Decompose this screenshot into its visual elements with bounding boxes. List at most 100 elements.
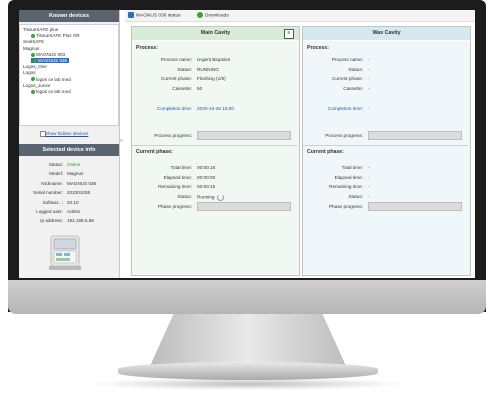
section-divider (132, 145, 297, 146)
tab-label: MAGNUS 036 status (136, 13, 181, 19)
device-status-icon (31, 52, 35, 57)
tab-bar: MAGNUS 036 status Downloads (125, 10, 475, 22)
device-info-label: Serial number: (33, 190, 63, 196)
device-status-icon (31, 77, 35, 82)
phase-row-value: 00:00:15 (197, 184, 215, 189)
device-tree-item[interactable]: SealSAFE (23, 39, 44, 44)
device-tree-item[interactable]: MAGNUS 036 (31, 58, 70, 63)
sidebar: Known devices TissueSAFE plus TissueSAFE … (19, 10, 120, 278)
device-tree-item[interactable]: Logos_One (23, 64, 47, 69)
tab-label: Downloads (205, 13, 229, 19)
main-cavity-title: Main Cavity (132, 27, 299, 40)
phase-row-value: Running (197, 193, 225, 201)
device-info-label: Ip address: (40, 218, 63, 224)
device-info-label: Softwar...: (42, 199, 63, 205)
device-tree-item[interactable]: Magnus (23, 46, 39, 51)
phase-row-value-text: 00:00:15 (197, 165, 216, 170)
phase-row-value-text: 00:00:00 (197, 174, 216, 180)
collapse-sidebar-button[interactable]: « (120, 138, 123, 144)
loading-spinner-icon (217, 193, 225, 201)
device-info-label: Nickname: (41, 180, 63, 186)
phase-row-value: - (368, 194, 370, 199)
device-tree-item[interactable]: TissueSAFE plus (23, 27, 58, 32)
process-row-label: Status: (348, 66, 363, 72)
phase-row-label: Remaining time: (329, 184, 363, 189)
process-row-value: Flushing (1/9) (197, 76, 226, 81)
device-tree: TissueSAFE plus TissueSAFE Plus OR SealSAF… (19, 24, 119, 126)
phase-row-value: 00:00:15 (197, 165, 215, 170)
process-row-label: Cassette: (343, 85, 363, 91)
completion-time-label: Completion time: (327, 106, 363, 111)
completion-time-value: 2020-10-26 16:00 (197, 106, 235, 111)
device-tree-label: MAGNUS 036 (38, 58, 68, 63)
process-progress-bar (197, 131, 291, 140)
device-tree-label: SealSAFE (23, 39, 45, 45)
phase-row-label: Remaining time: (158, 184, 192, 189)
process-progress-label: Process progress: (154, 133, 192, 138)
device-status-icon (33, 58, 37, 63)
device-tree-item[interactable]: MAGNUS 003 (31, 52, 65, 57)
device-tree-label: logos ce lab med (36, 89, 71, 94)
monitor-chin (8, 280, 486, 314)
phase-row-label: Total time: (170, 165, 192, 170)
phase-progress-label: Phase progress: (328, 204, 363, 209)
device-status-icon (31, 89, 35, 94)
tissue-processor-image (49, 235, 81, 270)
process-row-value: 50 (197, 85, 203, 91)
device-tree-item[interactable]: logos ce lab med (31, 77, 71, 82)
current-phase-section-title: Current phase: (307, 149, 344, 155)
device-info-label: Status: (48, 162, 63, 167)
section-divider (303, 145, 468, 146)
phase-progress-bar (368, 202, 462, 211)
device-info-value: 20.10 (67, 199, 79, 205)
device-tree-item[interactable]: Logos (23, 70, 36, 75)
device-info-value: Admin (67, 209, 81, 214)
monitor-icon (128, 12, 134, 18)
tab-magnus-status[interactable]: MAGNUS 036 status (128, 12, 181, 20)
main-cavity-body: Process: Process name: Urgent Biopsies Stat… (132, 41, 299, 275)
tab-downloads[interactable]: Downloads (197, 12, 229, 20)
phase-row-value-text: - (368, 174, 370, 180)
device-tree-label: Magnus (23, 45, 40, 51)
main-cavity-panel: Main Cavity ≡ Process: Process name: Urgen… (131, 26, 300, 276)
current-phase-section-title: Current phase: (136, 149, 173, 155)
phase-row-value: - (368, 184, 370, 189)
device-tree-item[interactable]: logos ce lab med (31, 89, 71, 94)
process-section-title: Process: (307, 45, 329, 51)
phase-row-value-text: - (368, 184, 370, 189)
phase-row-value-text: Running (197, 194, 215, 200)
process-row-label: Cassette: (172, 85, 192, 91)
phase-row-label: Status: (348, 193, 363, 199)
process-row-value: - (368, 85, 370, 91)
device-info-value: 202301036 (67, 190, 90, 196)
show-hidden-devices-link[interactable]: Show hidden devices (45, 131, 88, 136)
monitor-stand-base (118, 362, 378, 380)
device-info-value: Magnus (67, 171, 84, 177)
process-progress-bar (368, 131, 462, 140)
device-tree-item[interactable]: Logos_Junior (23, 83, 51, 88)
phase-row-label: Elapsed time: (334, 174, 363, 180)
device-info-value: 192.168.5.68 (67, 218, 94, 224)
phase-progress-bar (197, 202, 291, 211)
wax-cavity-panel: Wax Cavity Process: Process name: - Status:… (302, 26, 471, 276)
device-info-value: MAGNUS 036 (67, 180, 97, 186)
process-row-value: - (368, 66, 370, 72)
device-tree-label: TissueSAFE Plus OR (36, 33, 80, 39)
device-info-value: Online (67, 162, 81, 167)
panel-menu-icon[interactable]: ≡ (284, 29, 294, 39)
process-progress-label: Process progress: (325, 133, 363, 138)
process-row-value: - (368, 57, 370, 62)
device-info-label: Logged user: (36, 209, 63, 214)
device-info-label: Model: (49, 171, 63, 177)
device-tree-label: MAGNUS 003 (36, 51, 66, 57)
phase-row-value: - (368, 165, 370, 170)
process-row-value: - (368, 76, 370, 81)
completion-time-value: - (368, 106, 370, 111)
wax-cavity-body: Process: Process name: - Status: - Current ph… (303, 41, 470, 275)
device-tree-label: Logos_Junior (23, 82, 51, 88)
phase-row-value: 00:00:00 (197, 175, 215, 180)
device-tree-item[interactable]: TissueSAFE Plus OR (31, 33, 80, 38)
phase-row-value-text: - (368, 165, 370, 170)
phase-row-label: Status: (177, 193, 192, 199)
completion-time-label: Completion time: (156, 106, 192, 111)
